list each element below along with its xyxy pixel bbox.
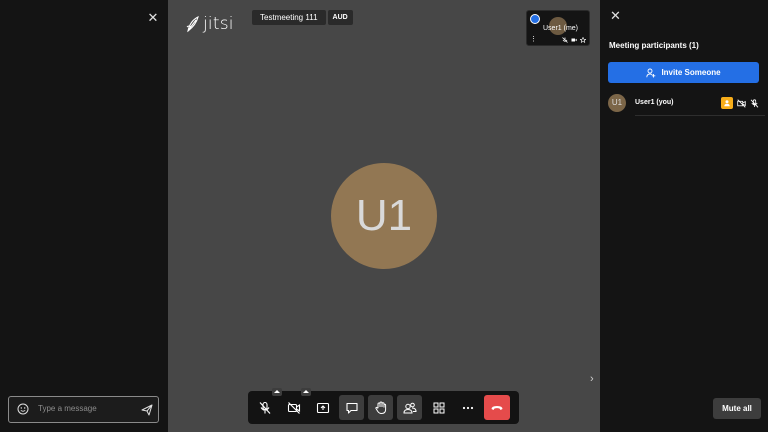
- jitsi-leaf-icon: [186, 15, 199, 33]
- more-icon: [462, 406, 473, 409]
- hangup-icon: [491, 405, 503, 410]
- star-icon: [580, 37, 586, 43]
- thumbnail-status-icons: [562, 37, 586, 43]
- mic-off-icon: [259, 401, 270, 414]
- close-icon[interactable]: ✕: [610, 9, 622, 22]
- chat-panel: ✕ Type a message: [0, 0, 168, 432]
- participants-icon: [402, 402, 417, 413]
- mic-off-icon: [750, 98, 759, 108]
- raise-hand-button[interactable]: [368, 395, 393, 420]
- participants-panel: ✕ Meeting participants (1) Invite Someon…: [600, 0, 768, 432]
- video-options-caret-icon[interactable]: [301, 388, 311, 396]
- participant-status-icons: [721, 97, 759, 109]
- moderator-icon: [721, 97, 733, 109]
- participants-title: Meeting participants (1): [609, 41, 699, 50]
- chat-input-placeholder: Type a message: [38, 404, 97, 413]
- hand-icon: [374, 400, 386, 414]
- camera-off-icon: [287, 401, 300, 414]
- participant-row[interactable]: U1 User1 (you): [608, 93, 763, 115]
- add-user-icon: [646, 68, 656, 77]
- video-stage: jitsi Testmeeting 111 AUD User1 (me) ⋮ U…: [168, 0, 600, 432]
- toolbar: [248, 388, 519, 424]
- meeting-title: Testmeeting 111: [252, 10, 326, 25]
- close-icon[interactable]: ✕: [146, 11, 160, 25]
- tile-view-icon: [433, 402, 444, 413]
- more-actions-button[interactable]: [455, 395, 480, 420]
- self-thumbnail[interactable]: User1 (me) ⋮: [526, 10, 590, 46]
- avatar: U1: [608, 94, 626, 112]
- audio-only-badge: AUD: [327, 10, 353, 25]
- camera-off-icon: [737, 98, 746, 108]
- mute-all-button[interactable]: Mute all: [713, 398, 761, 419]
- logo-text: jitsi: [203, 14, 234, 34]
- invite-someone-button[interactable]: Invite Someone: [608, 62, 759, 83]
- participants-button[interactable]: [397, 395, 422, 420]
- emoji-icon[interactable]: [17, 403, 29, 415]
- invite-label: Invite Someone: [661, 68, 721, 77]
- participant-avatar: U1: [331, 163, 437, 269]
- jitsi-logo[interactable]: jitsi: [186, 14, 234, 34]
- chat-button[interactable]: [339, 395, 364, 420]
- moderator-badge-icon: [530, 14, 540, 24]
- camera-off-icon: [571, 38, 577, 42]
- audio-options-caret-icon[interactable]: [272, 388, 282, 396]
- participant-name: User1 (you): [635, 99, 674, 106]
- send-icon[interactable]: [141, 404, 153, 416]
- chat-input[interactable]: Type a message: [8, 396, 159, 423]
- meeting-subject: Testmeeting 111 AUD: [252, 10, 353, 25]
- divider: [635, 115, 765, 116]
- thumbnail-name: User1 (me): [543, 25, 579, 32]
- screen-share-button[interactable]: [310, 395, 335, 420]
- camera-button[interactable]: [281, 388, 311, 420]
- chat-icon: [345, 402, 358, 414]
- tile-view-button[interactable]: [426, 395, 451, 420]
- chevron-right-icon[interactable]: ›: [590, 373, 594, 385]
- mic-off-icon: [562, 37, 568, 43]
- microphone-button[interactable]: [252, 388, 282, 420]
- hangup-button[interactable]: [484, 395, 510, 420]
- thumbnail-menu-icon[interactable]: ⋮: [530, 35, 537, 43]
- screen-share-icon: [316, 402, 329, 413]
